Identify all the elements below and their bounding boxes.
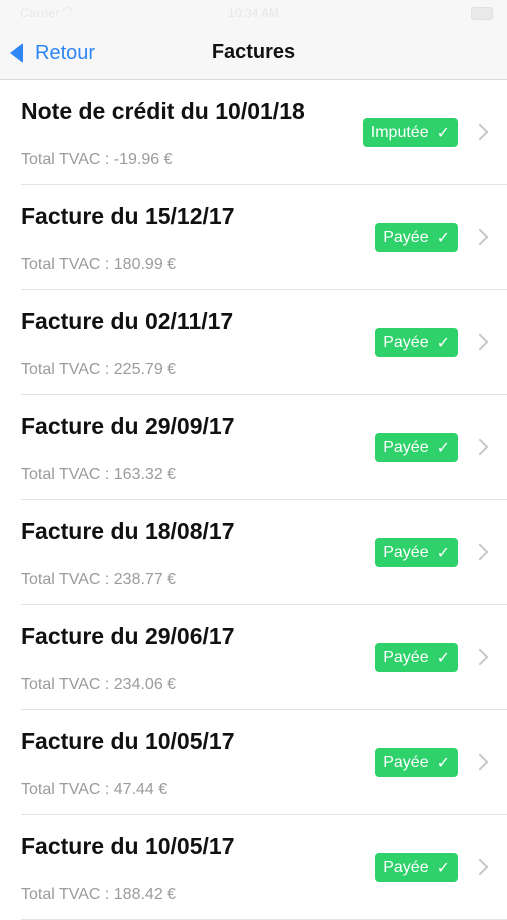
list-item[interactable]: Facture du 10/05/17 Total TVAC : 188.42 … (0, 815, 507, 920)
invoice-title: Facture du 29/06/17 (21, 623, 235, 649)
chevron-right-icon (471, 858, 489, 876)
list-item[interactable]: Facture du 02/11/17 Total TVAC : 225.79 … (0, 290, 507, 395)
invoice-title: Facture du 18/08/17 (21, 518, 235, 544)
status-badge: Payée ✓ (375, 853, 458, 882)
status-bar: Carrier ◠ 10:34 AM (0, 0, 507, 28)
checkmark-icon: ✓ (436, 754, 450, 772)
chevron-right-icon (471, 543, 489, 561)
status-badge-label: Payée (383, 858, 429, 876)
status-badge: Payée ✓ (375, 223, 458, 252)
invoice-title: Facture du 10/05/17 (21, 728, 235, 754)
list-item[interactable]: Facture du 10/05/17 Total TVAC : 47.44 €… (0, 710, 507, 815)
list-item[interactable]: Note de crédit du 10/01/18 Total TVAC : … (0, 80, 507, 185)
checkmark-icon: ✓ (436, 544, 450, 562)
chevron-right-icon (471, 228, 489, 246)
invoice-total: Total TVAC : 180.99 € (21, 256, 177, 273)
status-badge: Payée ✓ (375, 328, 458, 357)
list-item[interactable]: Facture du 29/09/17 Total TVAC : 163.32 … (0, 395, 507, 500)
list-item[interactable]: Facture du 15/12/17 Total TVAC : 180.99 … (0, 185, 507, 290)
navigation-bar: Retour Factures (0, 28, 507, 80)
checkmark-icon: ✓ (436, 229, 450, 247)
chevron-right-icon (471, 648, 489, 666)
invoice-title: Facture du 02/11/17 (21, 308, 234, 334)
status-badge-label: Payée (383, 543, 429, 561)
invoice-total: Total TVAC : -19.96 € (21, 151, 173, 168)
invoice-list: Note de crédit du 10/01/18 Total TVAC : … (0, 80, 507, 920)
chevron-right-icon (471, 123, 489, 141)
status-badge-label: Payée (383, 648, 429, 666)
chevron-right-icon (471, 333, 489, 351)
invoice-total: Total TVAC : 225.79 € (21, 361, 177, 378)
page-title: Factures (211, 41, 296, 63)
list-item[interactable]: Facture du 29/06/17 Total TVAC : 234.06 … (0, 605, 507, 710)
status-badge-label: Payée (383, 438, 429, 456)
checkmark-icon: ✓ (436, 124, 450, 142)
invoice-title: Note de crédit du 10/01/18 (21, 98, 305, 124)
status-badge: Payée ✓ (375, 538, 458, 567)
status-badge: Payée ✓ (375, 643, 458, 672)
status-badge-label: Imputée (370, 123, 429, 141)
invoice-total: Total TVAC : 234.06 € (21, 676, 177, 693)
list-item[interactable]: Facture du 18/08/17 Total TVAC : 238.77 … (0, 500, 507, 605)
checkmark-icon: ✓ (436, 439, 450, 457)
status-badge-label: Payée (383, 753, 429, 771)
invoice-total: Total TVAC : 238.77 € (21, 571, 177, 588)
status-badge-label: Payée (383, 228, 429, 246)
invoice-total: Total TVAC : 188.42 € (21, 886, 177, 903)
invoice-title: Facture du 29/09/17 (21, 413, 235, 439)
checkmark-icon: ✓ (436, 859, 450, 877)
status-badge: Payée ✓ (375, 433, 458, 462)
status-badge: Imputée ✓ (362, 118, 458, 147)
invoice-total: Total TVAC : 163.32 € (21, 466, 177, 483)
checkmark-icon: ✓ (436, 334, 450, 352)
checkmark-icon: ✓ (436, 649, 450, 667)
chevron-right-icon (471, 753, 489, 771)
chevron-right-icon (471, 438, 489, 456)
invoice-title: Facture du 10/05/17 (21, 833, 235, 859)
invoice-total: Total TVAC : 47.44 € (21, 781, 168, 798)
battery-icon (471, 7, 493, 20)
status-badge-label: Payée (383, 333, 429, 351)
status-badge: Payée ✓ (375, 748, 458, 777)
invoice-title: Facture du 15/12/17 (21, 203, 235, 229)
clock-time: 10:34 AM (228, 6, 279, 20)
